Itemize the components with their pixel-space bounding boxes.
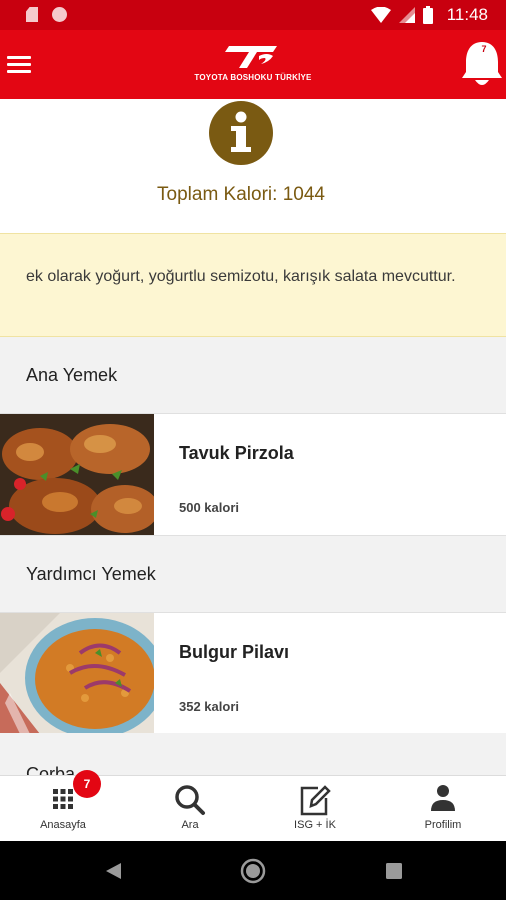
nav-anasayfa[interactable]: 7 Anasayfa [0,770,126,842]
bottom-navigation: 7 Anasayfa Ara ISG + İK Profilim [0,770,506,842]
system-navigation-bar [0,841,506,900]
meal-item-tavuk-pirzola[interactable]: Tavuk Pirzola 500 kalori [0,414,506,536]
recording-icon [52,7,67,22]
status-bar: 11:48 [0,0,506,30]
nav-label: ISG + İK [294,819,336,831]
section-header-yardimci-yemek: Yardımcı Yemek [0,536,506,613]
meal-calories: 500 kalori [179,500,239,515]
section-title: Yardımcı Yemek [26,564,156,584]
grid-icon [53,789,73,809]
meal-name: Tavuk Pirzola [179,443,294,463]
chicken-dish-image [0,414,154,535]
bulgur-dish-image [0,613,154,734]
info-icon [209,101,273,165]
bell-count: 7 [481,44,487,54]
meal-item-bulgur-pilavi[interactable]: Bulgur Pilavı 352 kalori [0,613,506,735]
home-badge: 7 [73,770,101,798]
meal-calories: 352 kalori [179,699,239,714]
nav-label: Profilim [424,819,462,831]
wifi-icon [370,7,391,23]
edit-icon [300,785,331,816]
status-indicators: 11:48 [370,5,488,25]
home-icon[interactable] [240,858,266,884]
notifications-bell[interactable]: 7 [460,40,504,90]
nav-profilim[interactable]: Profilim [380,776,506,842]
search-icon [175,785,205,815]
person-icon [431,785,455,811]
meal-name: Bulgur Pilavı [179,642,290,662]
total-calories: Toplam Kalori: 1044 [157,184,325,205]
notice-box: ek olarak yoğurt, yoğurtlu semizotu, kar… [0,233,506,337]
section-header-ana-yemek: Ana Yemek [0,337,506,414]
notice-text: ek olarak yoğurt, yoğurtlu semizotu, kar… [26,268,456,285]
back-icon[interactable] [103,861,123,881]
hamburger-menu-icon[interactable] [7,56,31,74]
status-time: 11:48 [446,5,488,24]
section-header-corba: Çorba [0,733,506,775]
recents-icon[interactable] [385,862,403,880]
company-logo: TOYOTA BOSHOKU TÜRKİYE [190,44,316,86]
nav-label: Ara [181,819,199,831]
sd-card-icon [26,7,38,22]
logo-text: TOYOTA BOSHOKU TÜRKİYE [194,73,312,82]
section-title: Ana Yemek [26,365,118,385]
signal-icon [398,7,415,23]
nav-ara[interactable]: Ara [127,776,253,842]
logo-mark-icon [225,46,277,68]
section-title: Çorba [26,764,76,775]
nav-label: Anasayfa [40,819,86,831]
nav-isg-ik[interactable]: ISG + İK [252,776,378,842]
status-notifications [26,7,67,22]
battery-icon [422,6,433,24]
app-bar: TOYOTA BOSHOKU TÜRKİYE 7 [0,30,506,99]
